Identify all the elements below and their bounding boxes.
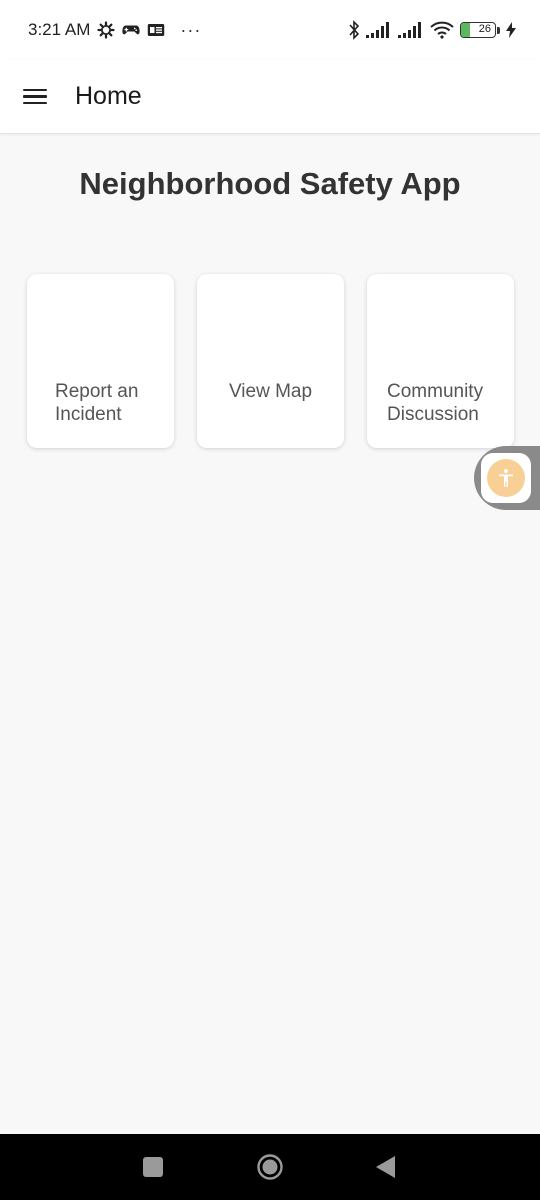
signal-icon	[366, 22, 392, 38]
status-bar: 3:21 AM ··· 26	[0, 0, 540, 60]
home-button[interactable]	[230, 1134, 310, 1200]
card-label: Community Discussion	[387, 381, 484, 425]
news-icon	[147, 23, 165, 37]
status-left: 3:21 AM ···	[28, 20, 201, 41]
report-incident-card[interactable]: Report an Incident	[27, 274, 174, 448]
screen: 3:21 AM ··· 26 Home Neighborhood Safety …	[0, 0, 540, 1200]
battery-icon: 26	[460, 22, 496, 38]
recents-button[interactable]	[113, 1134, 193, 1200]
battery-cap	[497, 26, 500, 34]
home-circle-icon	[257, 1154, 283, 1180]
gamepad-icon	[122, 23, 140, 37]
menu-button[interactable]	[0, 60, 70, 134]
status-right: 26	[348, 20, 516, 40]
app-bar: Home	[0, 60, 540, 134]
accessibility-floating-button[interactable]	[474, 446, 540, 510]
accessibility-button-inner	[481, 453, 531, 503]
action-cards: Report an Incident View Map Community Di…	[27, 274, 514, 448]
accessibility-circle	[487, 459, 525, 497]
battery-fill	[461, 23, 470, 37]
app-bar-title: Home	[75, 82, 142, 110]
hamburger-menu-icon	[23, 85, 47, 109]
signal-icon	[398, 22, 424, 38]
gear-icon	[97, 21, 115, 39]
page-title: Neighborhood Safety App	[79, 166, 461, 201]
recents-square-icon	[143, 1157, 163, 1177]
card-label: Report an Incident	[55, 381, 139, 425]
status-time: 3:21 AM	[28, 20, 91, 39]
battery-level: 26	[478, 23, 491, 35]
back-triangle-icon	[376, 1156, 395, 1178]
accessibility-person-icon	[499, 469, 513, 487]
bluetooth-icon	[348, 20, 360, 40]
community-discussion-card[interactable]: Community Discussion	[367, 274, 514, 448]
card-label: View Map	[228, 381, 313, 402]
system-nav-bar	[0, 1134, 540, 1200]
charging-bolt-icon	[506, 22, 516, 38]
view-map-card[interactable]: View Map	[197, 274, 344, 448]
more-notifications-icon: ···	[180, 19, 202, 40]
wifi-icon	[430, 21, 454, 39]
back-button[interactable]	[346, 1134, 426, 1200]
